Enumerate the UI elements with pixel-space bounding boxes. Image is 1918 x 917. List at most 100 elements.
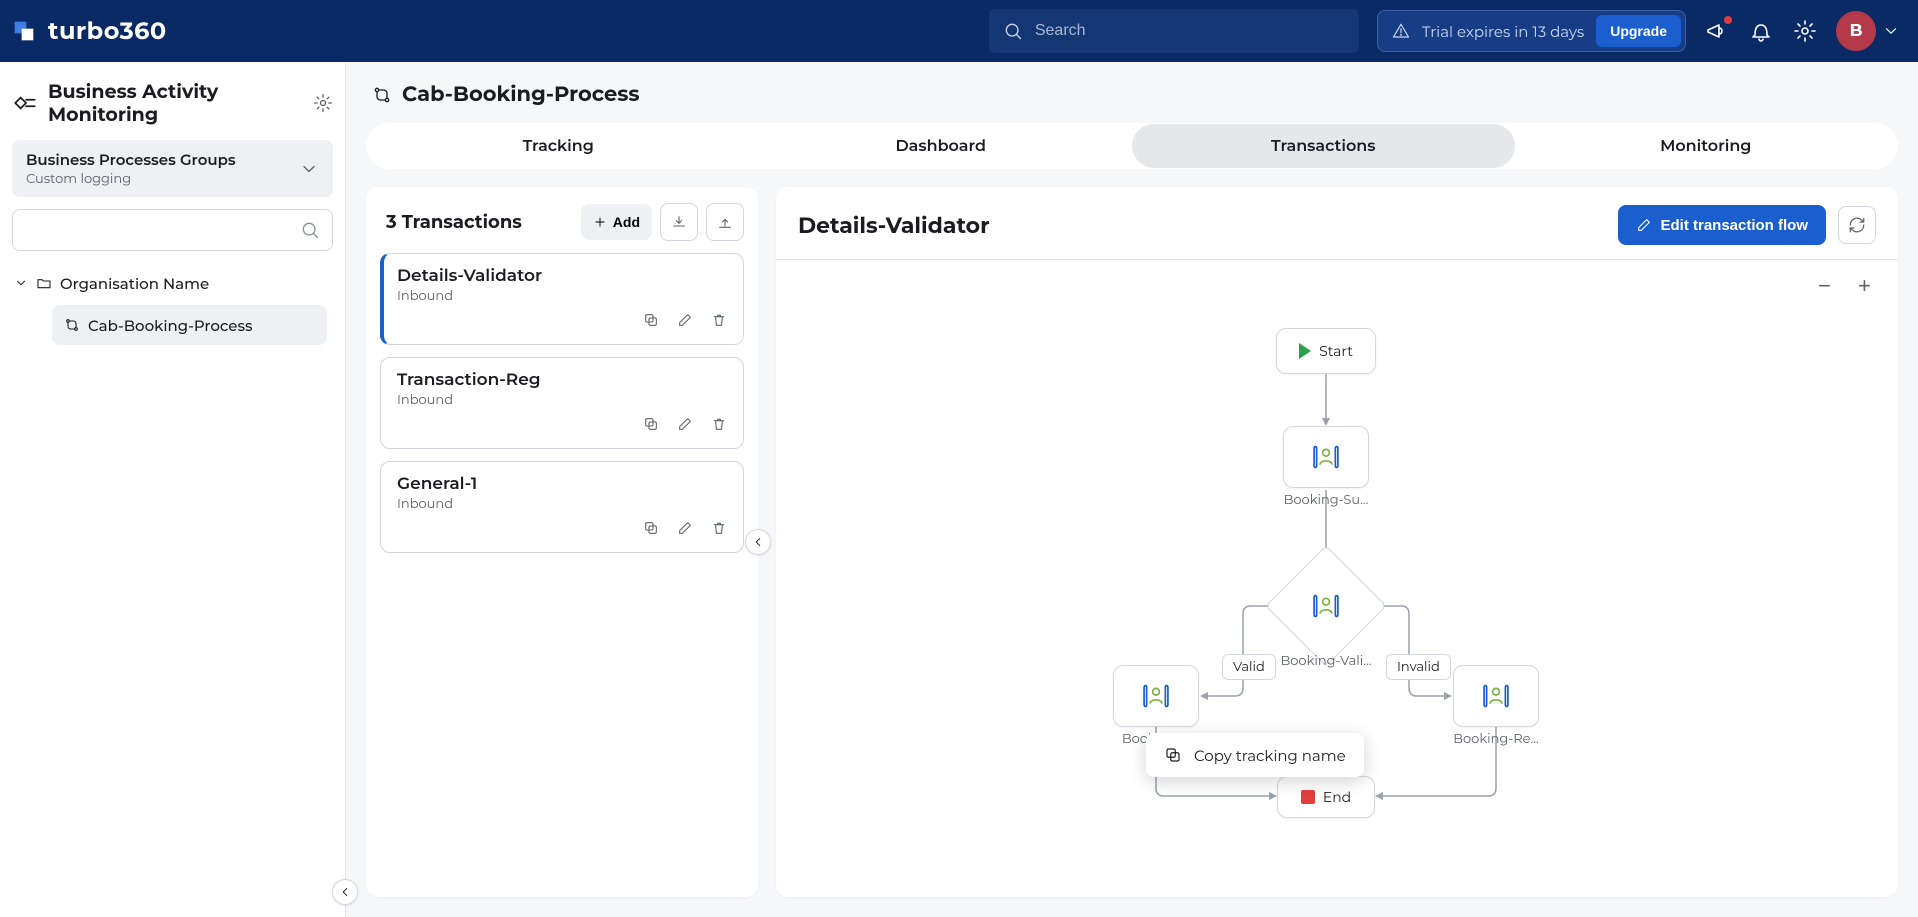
notification-dot — [1724, 16, 1732, 24]
transaction-card[interactable]: Transaction-Reg Inbound — [380, 357, 744, 449]
chevron-down-icon — [1882, 21, 1900, 41]
transaction-name: General-1 — [397, 474, 727, 494]
tree-folder-label: Organisation Name — [60, 274, 209, 293]
sidebar: Business Activity Monitoring Business Pr… — [0, 62, 346, 917]
sidebar-settings-icon[interactable] — [313, 93, 333, 113]
trial-badge: Trial expires in 13 days Upgrade — [1377, 10, 1686, 52]
flow-step-node[interactable] — [1283, 426, 1369, 488]
settings-icon[interactable] — [1792, 18, 1818, 44]
group-sublabel: Custom logging — [26, 171, 299, 187]
git-compare-icon — [64, 315, 80, 335]
transaction-card[interactable]: Details-Validator Inbound — [380, 253, 744, 345]
edit-icon[interactable] — [677, 518, 693, 542]
tree-item-label: Cab-Booking-Process — [88, 316, 253, 335]
zoom-in-button[interactable]: + — [1852, 274, 1876, 298]
branch-invalid-label[interactable]: Invalid — [1386, 654, 1451, 680]
page-title: Cab-Booking-Process — [402, 82, 640, 107]
transactions-panel: 3 Transactions Add Details-Validator — [366, 187, 758, 897]
transaction-direction: Inbound — [397, 496, 727, 512]
search-icon — [300, 220, 320, 240]
tabs: Tracking Dashboard Transactions Monitori… — [366, 123, 1898, 169]
import-button[interactable] — [660, 203, 698, 241]
chevron-left-icon — [751, 532, 765, 552]
download-icon — [671, 212, 687, 232]
panel-collapse-button[interactable] — [745, 529, 771, 555]
user-menu[interactable]: B — [1836, 11, 1900, 51]
transaction-name: Details-Validator — [397, 266, 727, 286]
flow-title: Details-Validator — [798, 212, 1606, 239]
edit-icon[interactable] — [677, 310, 693, 334]
bam-icon — [12, 90, 38, 116]
chevron-down-icon — [299, 159, 319, 179]
folder-icon — [36, 273, 52, 293]
tab-transactions[interactable]: Transactions — [1132, 124, 1515, 168]
tab-tracking[interactable]: Tracking — [367, 124, 750, 168]
chevron-down-icon — [14, 273, 28, 293]
flow-decision-label: Booking-Vali... — [1274, 653, 1378, 669]
flow-end-node[interactable]: End — [1277, 776, 1375, 818]
stage-icon — [1309, 592, 1343, 620]
export-button[interactable] — [706, 203, 744, 241]
edit-flow-button[interactable]: Edit transaction flow — [1618, 205, 1826, 245]
context-menu-copy-tracking[interactable]: Copy tracking name — [1146, 733, 1364, 777]
trial-text: Trial expires in 13 days — [1422, 22, 1584, 41]
flow-start-node[interactable]: Start — [1276, 328, 1376, 374]
sidebar-search[interactable] — [12, 209, 333, 251]
sidebar-title: Business Activity Monitoring — [48, 80, 303, 126]
flow-step-label: Booking-Su... — [1274, 492, 1378, 508]
tree-folder-org[interactable]: Organisation Name — [12, 269, 333, 297]
flow-canvas[interactable]: Start Booking-Su... Booking-Vali... Vali… — [776, 298, 1898, 897]
announcements-icon[interactable] — [1704, 18, 1730, 44]
delete-icon[interactable] — [711, 518, 727, 542]
group-selector[interactable]: Business Processes Groups Custom logging — [12, 140, 333, 197]
tab-dashboard[interactable]: Dashboard — [750, 124, 1133, 168]
global-search-input[interactable] — [1033, 21, 1345, 41]
transaction-card[interactable]: General-1 Inbound — [380, 461, 744, 553]
edit-icon — [1636, 215, 1652, 235]
flow-right-node[interactable] — [1453, 665, 1539, 727]
delete-icon[interactable] — [711, 310, 727, 334]
flow-left-node[interactable] — [1113, 665, 1199, 727]
refresh-button[interactable] — [1838, 206, 1876, 244]
search-icon — [1003, 21, 1023, 41]
transaction-direction: Inbound — [397, 392, 727, 408]
branch-valid-label[interactable]: Valid — [1222, 654, 1276, 680]
stop-icon — [1301, 790, 1315, 804]
process-tree: Organisation Name Cab-Booking-Process — [12, 269, 333, 345]
upload-icon — [717, 212, 733, 232]
transaction-direction: Inbound — [397, 288, 727, 304]
edit-icon[interactable] — [677, 414, 693, 438]
copy-icon[interactable] — [643, 310, 659, 334]
git-compare-icon — [372, 85, 392, 105]
top-nav: turbo360 Trial expires in 13 days Upgrad… — [0, 0, 1918, 62]
upgrade-button[interactable]: Upgrade — [1596, 15, 1681, 47]
tree-item-process[interactable]: Cab-Booking-Process — [52, 305, 327, 345]
brand-name: turbo360 — [48, 17, 167, 46]
copy-icon — [1164, 745, 1182, 765]
stage-icon — [1479, 682, 1513, 710]
delete-icon[interactable] — [711, 414, 727, 438]
copy-icon[interactable] — [643, 518, 659, 542]
play-icon — [1299, 343, 1311, 359]
refresh-icon — [1848, 215, 1866, 235]
breadcrumb: Cab-Booking-Process — [346, 62, 1918, 117]
stage-icon — [1139, 682, 1173, 710]
flow-right-label: Booking-Re... — [1446, 731, 1546, 747]
copy-icon[interactable] — [643, 414, 659, 438]
logo-mark-icon — [10, 17, 38, 45]
avatar: B — [1836, 11, 1876, 51]
stage-icon — [1309, 443, 1343, 471]
flow-panel: Details-Validator Edit transaction flow … — [776, 187, 1898, 897]
transactions-count: 3 Transactions — [386, 211, 573, 233]
add-transaction-button[interactable]: Add — [581, 204, 652, 240]
warning-icon — [1392, 22, 1410, 40]
tab-monitoring[interactable]: Monitoring — [1515, 124, 1898, 168]
zoom-out-button[interactable]: − — [1812, 274, 1836, 298]
group-label: Business Processes Groups — [26, 150, 299, 169]
sidebar-collapse-button[interactable] — [332, 879, 358, 905]
plus-icon — [593, 212, 607, 232]
flow-decision-node[interactable] — [1283, 563, 1369, 649]
brand-logo[interactable]: turbo360 — [10, 17, 167, 46]
global-search[interactable] — [989, 9, 1359, 53]
bell-icon[interactable] — [1748, 18, 1774, 44]
